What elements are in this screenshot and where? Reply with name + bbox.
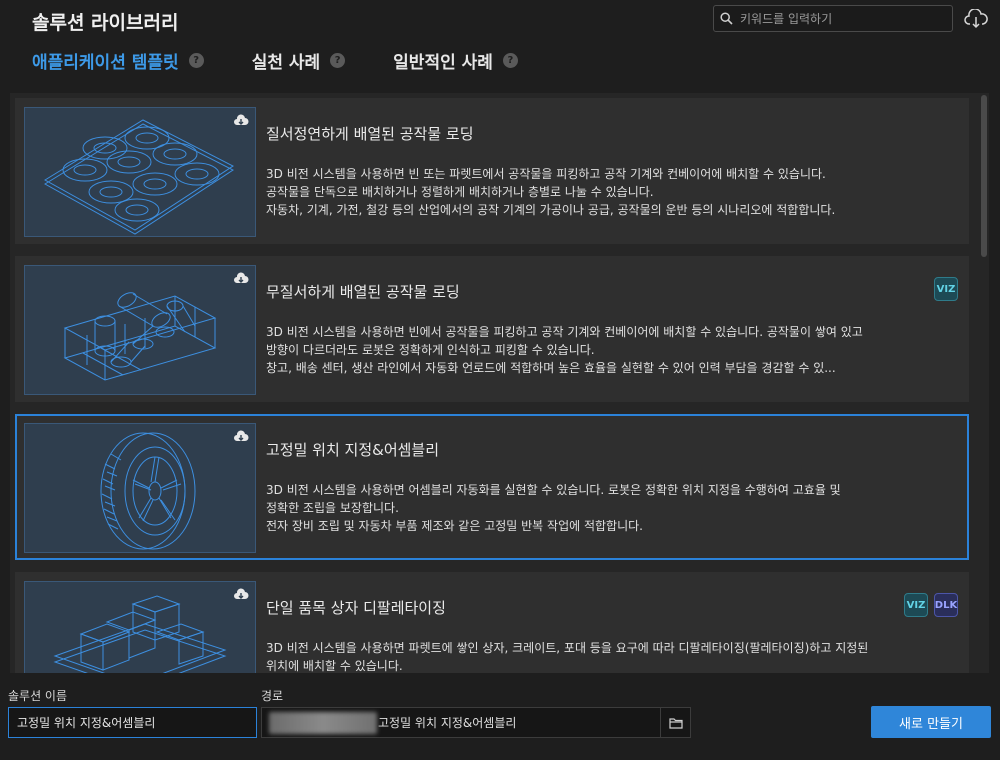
template-card[interactable]: 단일 품목 상자 디팔레타이징 VIZ DLK 3D 비전 시스템을 사용하면 … xyxy=(15,572,969,673)
solution-name-label: 솔루션 이름 xyxy=(8,689,68,703)
tab-label: 실천 사례 xyxy=(251,53,321,73)
scrollbar[interactable] xyxy=(981,95,987,257)
template-card[interactable]: 무질서하게 배열된 공작물 로딩 VIZ 3D 비전 시스템을 사용하면 빈에서… xyxy=(15,256,969,402)
help-icon[interactable]: ? xyxy=(188,53,204,68)
path-value: 고정밀 위치 지정&어셈블리 xyxy=(378,716,517,730)
card-description: 3D 비전 시스템을 사용하면 어셈블리 자동화를 실현할 수 있습니다. 로봇… xyxy=(266,481,966,535)
cloud-download-icon[interactable] xyxy=(233,588,249,602)
path-field[interactable]: 고정밀 위치 지정&어셈블리 xyxy=(261,707,691,738)
dlk-badge-icon: DLK xyxy=(934,593,958,617)
cloud-download-icon[interactable] xyxy=(233,430,249,444)
description-line: 정확한 조립을 보장합니다. xyxy=(266,501,399,515)
cloud-download-icon[interactable] xyxy=(233,114,249,128)
search-icon xyxy=(720,12,733,25)
thumbnail-stacked-rings xyxy=(24,107,256,237)
tab-practice-cases[interactable]: 실천 사례 ? xyxy=(251,48,346,73)
redacted-path-prefix xyxy=(269,711,377,734)
tab-label: 애플리케이션 템플릿 xyxy=(32,53,179,73)
search-input[interactable] xyxy=(740,11,940,26)
thumbnail-cylinders-in-bin xyxy=(24,265,256,395)
description-line: 방향이 다르더라도 로봇은 정확하게 인식하고 피킹할 수 있습니다. xyxy=(266,343,595,357)
description-line: 3D 비전 시스템을 사용하면 빈에서 공작물을 피킹하고 공작 기계와 컨베이… xyxy=(266,325,863,339)
cloud-download-button[interactable] xyxy=(963,6,989,32)
cylinders-in-bin-illustration xyxy=(63,292,217,381)
description-line: 위치에 배치할 수 있습니다. xyxy=(266,659,403,673)
path-label: 경로 xyxy=(261,689,284,703)
description-line: 공작물을 단독으로 배치하거나 정렬하게 배치하거나 층별로 나눌 수 있습니다… xyxy=(266,185,654,199)
header: 솔루션 라이브러리 애플리케이션 템플릿 ? 실천 사례 ? 일반적인 사례 ? xyxy=(0,0,1000,92)
create-new-button[interactable]: 새로 만들기 xyxy=(871,706,991,738)
browse-folder-button[interactable] xyxy=(660,708,690,737)
card-description: 3D 비전 시스템을 사용하면 빈 또는 파렛트에서 공작물을 피킹하고 공작 … xyxy=(266,165,966,219)
help-icon[interactable]: ? xyxy=(330,53,346,68)
tab-general-cases[interactable]: 일반적인 사례 ? xyxy=(393,48,518,73)
thumbnail-tire xyxy=(24,423,256,553)
template-list[interactable]: 질서정연하게 배열된 공작물 로딩 3D 비전 시스템을 사용하면 빈 또는 파… xyxy=(10,93,989,673)
app-title: 솔루션 라이브러리 xyxy=(32,12,179,34)
card-title: 질서정연하게 배열된 공작물 로딩 xyxy=(266,125,474,143)
stacked-rings-illustration xyxy=(44,119,234,235)
tab-application-templates[interactable]: 애플리케이션 템플릿 ? xyxy=(32,48,204,73)
card-title: 고정밀 위치 지정&어셈블리 xyxy=(266,441,440,459)
tire-illustration xyxy=(100,432,196,550)
card-title: 무질서하게 배열된 공작물 로딩 xyxy=(266,283,460,301)
cloud-download-icon xyxy=(964,9,988,29)
template-card-selected[interactable]: 고정밀 위치 지정&어셈블리 3D 비전 시스템을 사용하면 어셈블리 자동화를… xyxy=(15,414,969,560)
help-icon[interactable]: ? xyxy=(502,53,518,68)
card-description: 3D 비전 시스템을 사용하면 빈에서 공작물을 피킹하고 공작 기계와 컨베이… xyxy=(266,323,966,377)
viz-badge-icon: VIZ xyxy=(904,593,928,617)
footer: 솔루션 이름 경로 고정밀 위치 지정&어셈블리 새로 만들기 xyxy=(0,680,1000,760)
description-line: 3D 비전 시스템을 사용하면 파렛트에 쌓인 상자, 크레이트, 포대 등을 … xyxy=(266,641,869,655)
thumbnail-boxes-on-pallet xyxy=(24,581,256,673)
badge-group: VIZ DLK xyxy=(904,593,958,617)
badge-group: VIZ xyxy=(934,277,958,301)
description-line: 3D 비전 시스템을 사용하면 빈 또는 파렛트에서 공작물을 피킹하고 공작 … xyxy=(266,167,826,181)
viz-badge-icon: VIZ xyxy=(934,277,958,301)
card-description: 3D 비전 시스템을 사용하면 파렛트에 쌓인 상자, 크레이트, 포대 등을 … xyxy=(266,639,966,673)
tab-label: 일반적인 사례 xyxy=(393,53,493,73)
cloud-download-icon[interactable] xyxy=(233,272,249,286)
description-line: 3D 비전 시스템을 사용하면 어셈블리 자동화를 실현할 수 있습니다. 로봇… xyxy=(266,483,841,497)
boxes-on-pallet-illustration xyxy=(53,595,227,673)
solution-name-input[interactable] xyxy=(8,707,257,738)
tab-bar: 애플리케이션 템플릿 ? 실천 사례 ? 일반적인 사례 ? xyxy=(32,48,518,73)
card-title: 단일 품목 상자 디팔레타이징 xyxy=(266,599,446,617)
search-box[interactable] xyxy=(713,5,953,32)
description-line: 창고, 배송 센터, 생산 라인에서 자동화 언로드에 적합하며 높은 효율을 … xyxy=(266,361,836,375)
description-line: 전자 장비 조립 및 자동차 부품 제조와 같은 고정밀 반복 작업에 적합합니… xyxy=(266,519,643,533)
folder-icon xyxy=(668,717,683,729)
template-card[interactable]: 질서정연하게 배열된 공작물 로딩 3D 비전 시스템을 사용하면 빈 또는 파… xyxy=(15,98,969,244)
description-line: 자동차, 기계, 가전, 철강 등의 산업에서의 공작 기계의 가공이나 공급,… xyxy=(266,203,836,217)
